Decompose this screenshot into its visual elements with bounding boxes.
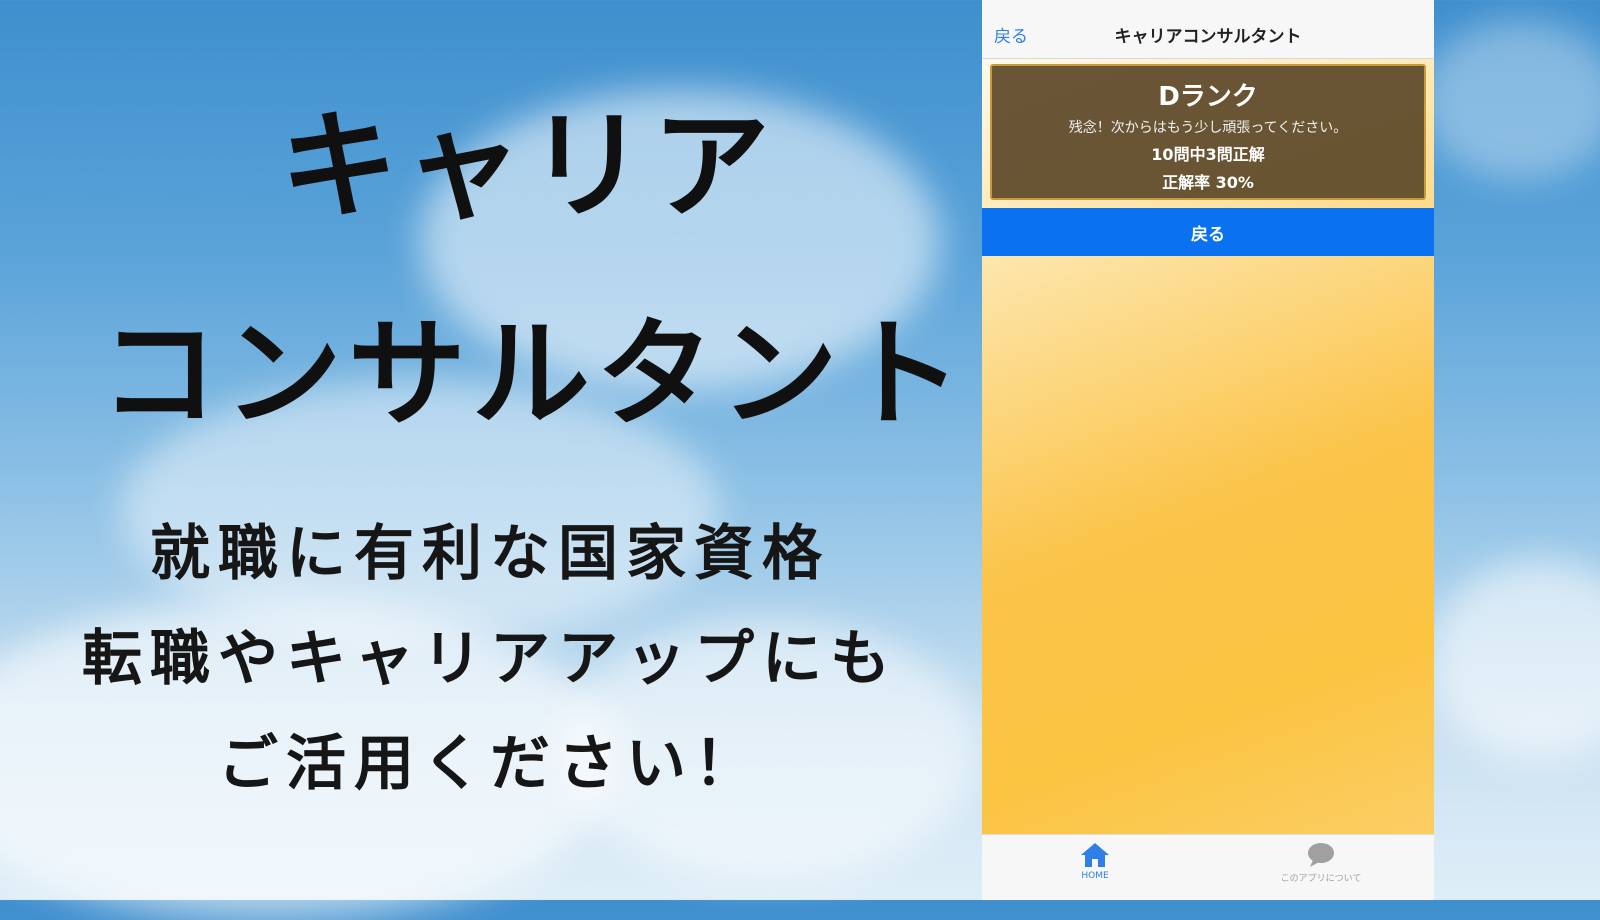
- promo-subtitle-line1: 就職に有利な国家資格: [150, 519, 830, 589]
- home-icon: [1081, 843, 1109, 867]
- promo-title-line1: キャリア: [280, 97, 777, 235]
- chat-bubble-icon: [1308, 843, 1334, 867]
- result-card: Dランク 残念！次からはもう少し頑張ってください。 10問中3問正解 正解率 3…: [990, 64, 1426, 200]
- tab-about-label: このアプリについて: [1280, 874, 1362, 884]
- navigation-bar: 戻る キャリアコンサルタント: [982, 0, 1434, 59]
- tab-bar: HOME このアプリについて: [982, 834, 1434, 900]
- promo-subtitle-line2: 転職やキャリアアップにも: [82, 624, 898, 694]
- tab-home-label: HOME: [1081, 871, 1109, 881]
- tab-home[interactable]: HOME: [982, 841, 1208, 881]
- cloud-decoration: [1420, 20, 1600, 180]
- promo-title-line2: コンサルタント: [100, 305, 969, 443]
- result-rank: Dランク: [1158, 82, 1258, 112]
- result-score: 10問中3問正解: [1151, 145, 1265, 164]
- nav-title: キャリアコンサルタント: [1114, 27, 1302, 47]
- result-message: 残念！次からはもう少し頑張ってください。: [1068, 120, 1348, 136]
- promo-subtitle-line3: ご活用ください！: [218, 729, 762, 799]
- phone-screen: 戻る キャリアコンサルタント Dランク 残念！次からはもう少し頑張ってください。…: [982, 0, 1434, 900]
- tab-about[interactable]: このアプリについて: [1208, 841, 1434, 884]
- result-rate: 正解率 30%: [1162, 173, 1254, 192]
- back-button[interactable]: 戻る: [982, 208, 1434, 256]
- promo-panel: キャリア コンサルタント 就職に有利な国家資格 転職やキャリアアップにも ご活用…: [0, 0, 980, 900]
- cloud-decoration: [1430, 560, 1600, 760]
